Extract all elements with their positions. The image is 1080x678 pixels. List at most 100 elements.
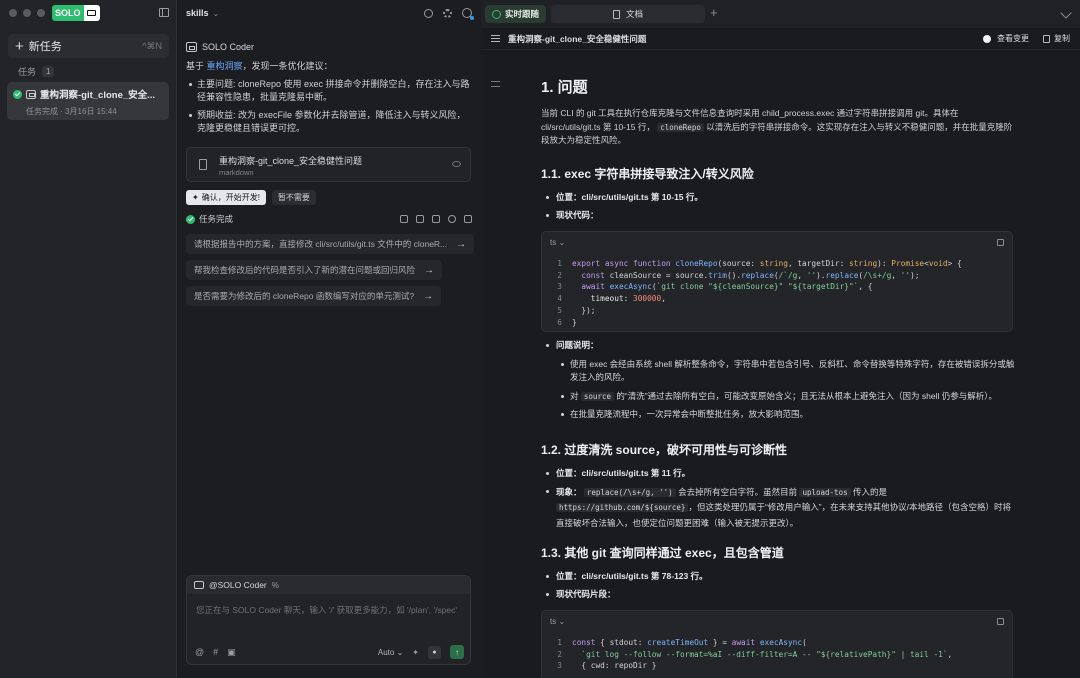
code-lines: 1 const { stdout: createTimeOut } = await… <box>557 638 953 671</box>
code-block-clone-repo: ts ⌄ 1 export async function cloneRepo(so… <box>541 231 1013 332</box>
eye-icon[interactable] <box>452 161 461 167</box>
mode-label: Auto <box>377 647 395 657</box>
issue-list: 问题说明： 使用 exec 会经由系统 shell 解析整条命令，字符串中若包含… <box>541 339 1017 427</box>
account-settings-icon[interactable] <box>462 8 474 20</box>
solo-logo: SOLO <box>52 5 100 21</box>
thumbs-down-icon[interactable] <box>416 215 424 223</box>
intro-prefix: 基于 <box>186 61 205 71</box>
logo-icon <box>83 5 100 21</box>
chat-input[interactable]: 您正在与 SOLO Coder 聊天，输入 '/' 获取更多能力，如 '/pla… <box>196 604 457 616</box>
copy-button[interactable]: 复制 <box>1054 33 1070 44</box>
chat-history-icon[interactable] <box>424 8 433 18</box>
panel-tabs: 实时跟随 文档 + <box>481 0 1080 28</box>
task-list-item[interactable]: 重构洞察-git_clone_安全... 任务完成 · 3月16日 15:44 <box>7 82 169 120</box>
close-window-button[interactable] <box>9 9 17 17</box>
confirm-develop-button[interactable]: ✦ 确认，开始开发! <box>186 190 266 205</box>
intro-suffix: ，发现一条优化建议： <box>242 61 333 71</box>
agent-name: SOLO Coder <box>202 42 255 52</box>
intro-paragraph: 当前 CLI 的 git 工具在执行仓库克隆与文件信息查询时采用 child_p… <box>541 107 1017 148</box>
document-icon <box>199 159 207 170</box>
mode-select[interactable]: Auto ⌄ <box>378 648 403 657</box>
chat-panel: skills ⌄ SOLO Coder 基于 重构洞察，发现一条优化建议： 主要… <box>177 0 481 678</box>
branch-icon[interactable] <box>464 215 472 223</box>
solo-coder-icon <box>26 89 36 99</box>
task-header-label: 任务 <box>18 67 37 77</box>
suggestion-chip-1[interactable]: 请根据报告中的方案，直接修改 cli/src/utils/git.ts 文件中的… <box>186 234 475 254</box>
list-icon[interactable] <box>491 35 500 42</box>
issue-label-item: 问题说明： 使用 exec 会经由系统 shell 解析整条命令，字符串中若包含… <box>541 339 1017 422</box>
chat-composer: @SOLO Coder % 您正在与 SOLO Coder 聊天，输入 '/' … <box>186 575 471 665</box>
section-3-list: 位置：cli/src/utils/git.ts 第 78-123 行。 现状代码… <box>541 570 1017 601</box>
settings-icon[interactable] <box>443 8 452 18</box>
copy-icon[interactable] <box>432 215 440 223</box>
code-lines: 1 export async function cloneRepo(source:… <box>557 259 962 327</box>
arrow-right-icon: → <box>424 264 435 276</box>
code-block-git-queries: ts ⌄ 1 const { stdout: createTimeOut } = … <box>541 610 1013 678</box>
zoom-window-button[interactable] <box>37 9 45 17</box>
suggestion-chip-2[interactable]: 帮我检查修改后的代码是否引入了新的潜在问题或回归风险 → <box>186 260 443 280</box>
send-button[interactable]: ↑ <box>450 645 464 659</box>
location-text: 位置：cli/src/utils/git.ts 第 10-15 行。 <box>556 192 703 202</box>
code-language[interactable]: ts ⌄ <box>550 617 565 626</box>
copy-code-icon[interactable] <box>997 239 1004 246</box>
bullet-expected-benefit: 预期收益: 改为 execFile 参数化并去除管道，降低注入与转义风险，克隆更… <box>186 109 474 136</box>
workspace-name[interactable]: skills <box>186 8 209 18</box>
hash-icon[interactable]: # <box>213 647 218 658</box>
thumbs-up-icon[interactable] <box>400 215 408 223</box>
collapse-icon[interactable] <box>1060 7 1072 19</box>
microphone-icon[interactable]: ● <box>428 645 441 659</box>
agent-header: SOLO Coder <box>186 42 254 52</box>
document-card[interactable]: 重构洞察-git_clone_安全稳健性问题 markdown <box>186 147 471 182</box>
copy-icon[interactable] <box>1043 34 1050 43</box>
issue-2: 对 source 的“清洗”通过去除所有空白，可能改变原始含义；且无法从根本上避… <box>556 390 1017 404</box>
document-toolbar: 重构洞察-git_clone_安全稳健性问题 查看变更 复制 <box>481 28 1080 50</box>
image-icon[interactable]: ▣ <box>227 647 236 658</box>
window-controls <box>9 9 45 17</box>
phenomenon-text: 会去掉所有空白字符。虽然目前 <box>678 486 798 497</box>
phenomenon-label: 现象： <box>556 486 582 497</box>
tab-live-label: 实时跟随 <box>505 9 540 19</box>
location-text: 位置：cli/src/utils/git.ts 第 78-123 行。 <box>556 571 708 581</box>
add-tab-icon[interactable]: + <box>710 6 718 19</box>
section-2-list: 位置：cli/src/utils/git.ts 第 11 行。 现象： repl… <box>541 467 1017 530</box>
message-intro: 基于 重构洞察，发现一条优化建议： <box>186 60 474 74</box>
code-language[interactable]: ts ⌄ <box>550 238 565 247</box>
arrow-right-icon: → <box>423 290 434 302</box>
task-title: 重构洞察-git_clone_安全... <box>40 90 156 101</box>
view-changes-toggle[interactable] <box>983 34 991 43</box>
inline-code: source <box>580 391 614 401</box>
decline-button[interactable]: 暂不需要 <box>271 190 316 205</box>
tab-document[interactable]: 文档 <box>551 5 705 23</box>
document-panel: 实时跟随 文档 + 重构洞察-git_clone_安全稳健性问题 查看变更 复制… <box>481 0 1080 678</box>
logo-text: SOLO <box>52 5 84 21</box>
tab-live-follow[interactable]: 实时跟随 <box>485 5 547 23</box>
heading-problem: 1. 问题 <box>541 79 588 96</box>
suggestion-text: 是否需要为修改后的 cloneRepo 函数编写对应的单元测试? <box>194 291 415 301</box>
chat-topbar: skills ⌄ <box>177 0 481 26</box>
lang-label: ts <box>550 238 557 247</box>
retry-icon[interactable] <box>448 215 456 223</box>
new-task-button[interactable]: + 新任务 ^⌘N <box>8 34 169 58</box>
view-changes-label[interactable]: 查看变更 <box>997 33 1029 44</box>
location-item: 位置：cli/src/utils/git.ts 第 11 行。 <box>541 467 1017 481</box>
chevron-down-icon[interactable]: ⌄ <box>213 9 220 18</box>
intro-link[interactable]: 重构洞察 <box>207 61 243 71</box>
solo-coder-avatar-icon <box>186 42 197 52</box>
suggestion-text: 请根据报告中的方案，直接修改 cli/src/utils/git.ts 文件中的… <box>194 239 448 249</box>
sparkle-icon[interactable]: ✦ <box>412 648 419 657</box>
document-icon <box>612 9 620 19</box>
task-status-row: 任务完成 <box>186 213 472 225</box>
composer-agent[interactable]: @SOLO Coder <box>209 580 267 590</box>
outline-icon[interactable] <box>491 81 500 87</box>
copy-code-icon[interactable] <box>997 618 1004 625</box>
mention-icon[interactable]: @ <box>195 647 204 658</box>
sidebar-toggle-icon[interactable] <box>159 8 169 17</box>
issue-sublist: 使用 exec 会经由系统 shell 解析整条命令，字符串中若包含引号、反斜杠… <box>556 358 1017 422</box>
new-task-label: 新任务 <box>28 41 62 53</box>
inline-code: https://github.com/${source} <box>556 503 689 512</box>
document-card-type: markdown <box>219 168 254 177</box>
issue-label: 问题说明： <box>556 340 599 350</box>
minimize-window-button[interactable] <box>23 9 31 17</box>
composer-tools: @ # ▣ <box>195 647 236 658</box>
suggestion-chip-3[interactable]: 是否需要为修改后的 cloneRepo 函数编写对应的单元测试? → <box>186 286 442 306</box>
